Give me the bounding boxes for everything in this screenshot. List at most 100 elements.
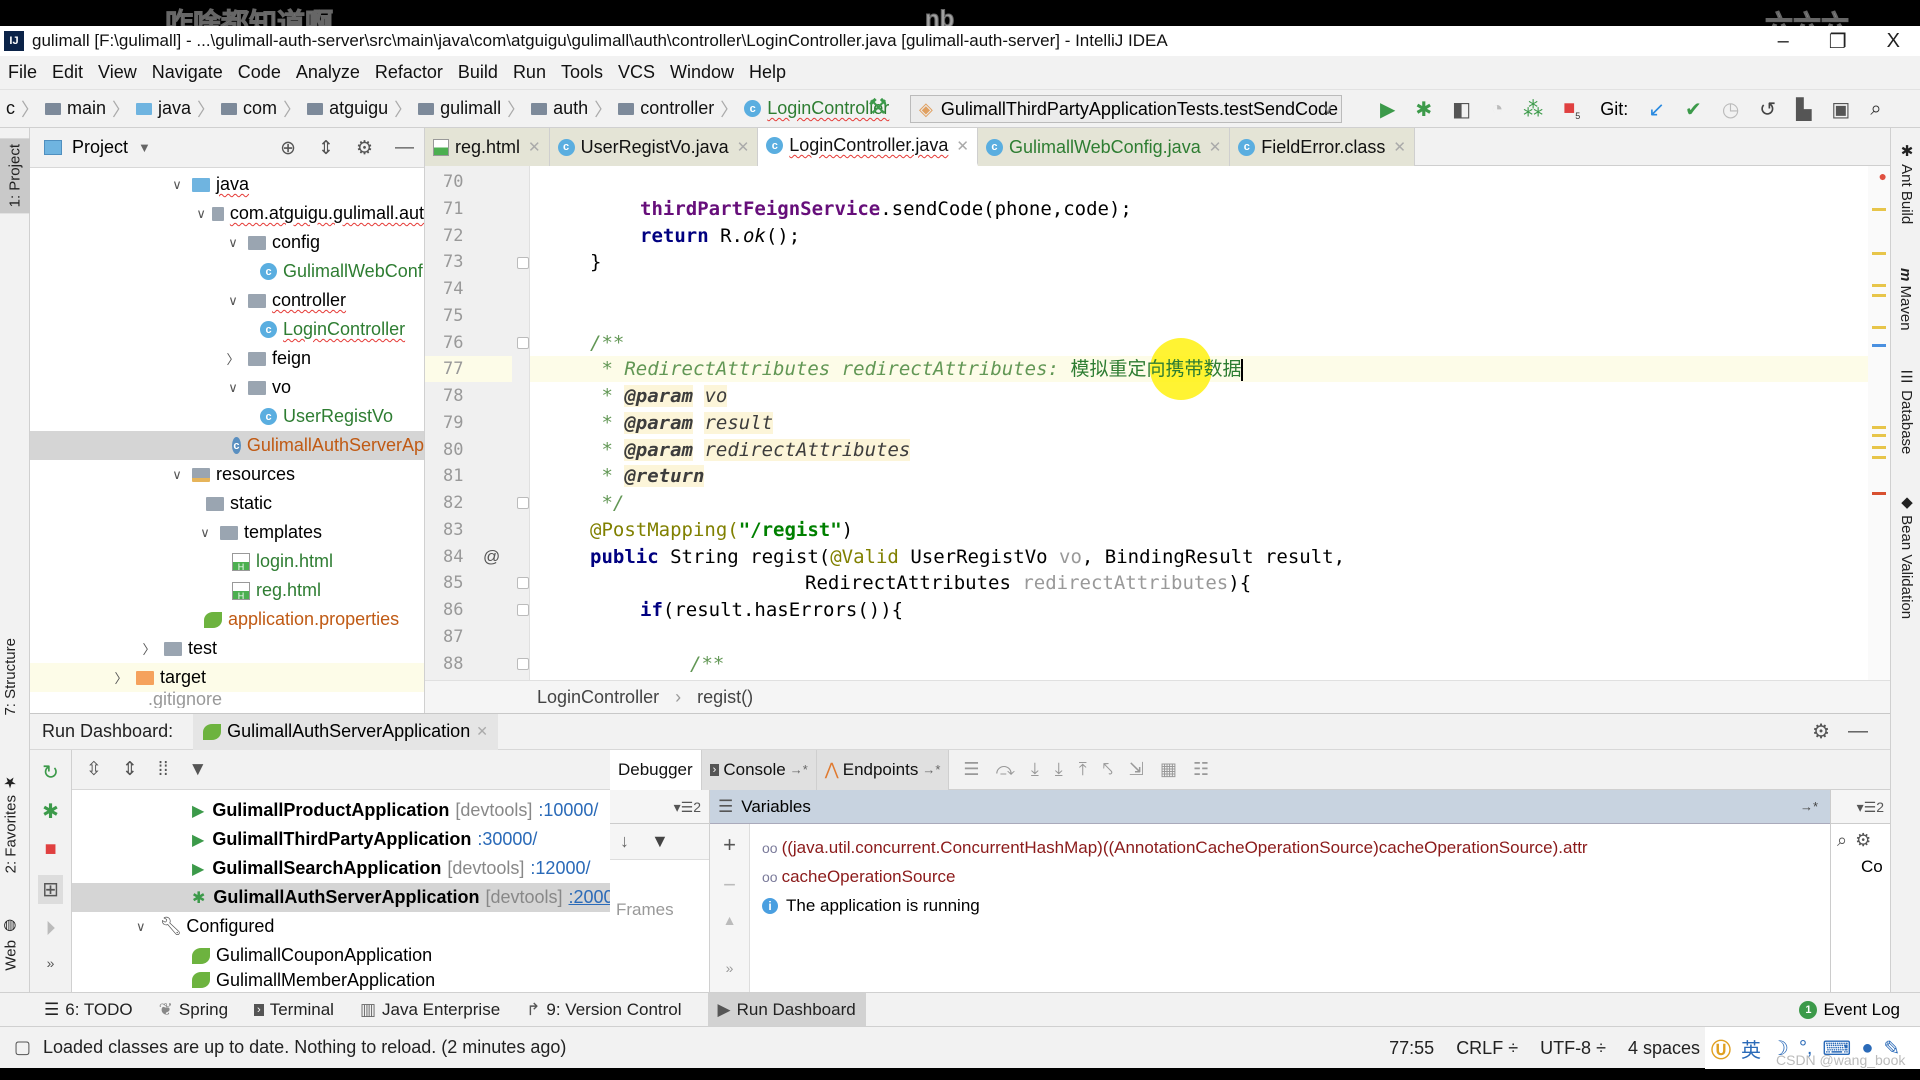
tree-item-gitignore[interactable]: .gitignore: [30, 690, 424, 708]
filter-icon[interactable]: ▼: [188, 759, 207, 781]
gear-icon[interactable]: ⚙: [1855, 830, 1871, 851]
filter-icon[interactable]: ▼: [651, 831, 669, 852]
code-area[interactable]: thirdPartFeignService.sendCode(phone,cod…: [530, 166, 1868, 680]
project-structure-icon[interactable]: ▙: [1796, 97, 1811, 122]
menu-refactor[interactable]: Refactor: [375, 62, 443, 83]
chevron-right-icon[interactable]: 〉: [138, 639, 160, 658]
trace-icon[interactable]: ☷: [1193, 759, 1209, 780]
drop-frame-icon[interactable]: ⤣: [1103, 759, 1113, 780]
nav-crumb-gulimall[interactable]: gulimall: [412, 98, 507, 119]
tree-item-logincontroller[interactable]: c LoginController: [30, 315, 424, 344]
group-icon[interactable]: ⁞⁞: [158, 759, 169, 781]
ime-logo-icon[interactable]: Ⓤ: [1711, 1034, 1731, 1063]
tree-item-gulimallwebconf[interactable]: c GulimallWebConf: [30, 257, 424, 286]
chevron-right-icon[interactable]: 〉: [222, 349, 244, 368]
tool-tab-ant-build[interactable]: ✱ Ant Build: [1897, 142, 1915, 224]
fold-icon[interactable]: [517, 658, 529, 670]
move-up-icon[interactable]: ▲: [723, 912, 737, 928]
menu-file[interactable]: File: [8, 62, 37, 83]
close-tab-icon[interactable]: ✕: [1393, 138, 1406, 156]
minimize-button[interactable]: –: [1778, 30, 1789, 53]
tool-window-terminal[interactable]: › Terminal: [254, 993, 334, 1027]
evaluate-expression-icon[interactable]: ▦: [1160, 759, 1177, 780]
menu-help[interactable]: Help: [749, 62, 786, 83]
build-hammer-icon[interactable]: ⚒: [868, 94, 888, 120]
line-separator[interactable]: CRLF ÷: [1456, 1038, 1518, 1059]
tree-item-static[interactable]: static: [30, 489, 424, 518]
close-button[interactable]: X: [1887, 30, 1900, 53]
menu-edit[interactable]: Edit: [52, 62, 83, 83]
tab-reg-html[interactable]: reg.html ✕: [425, 128, 550, 166]
indent-setting[interactable]: 4 spaces: [1628, 1038, 1700, 1059]
file-encoding[interactable]: UTF-8 ÷: [1540, 1038, 1606, 1059]
more-icon[interactable]: »: [47, 955, 55, 971]
tree-item-config[interactable]: ∨ config: [30, 228, 424, 257]
collapse-all-icon[interactable]: ⇕: [318, 137, 334, 160]
fold-icon[interactable]: [517, 604, 529, 616]
configured-group[interactable]: ∨ 🔧︎ Configured: [136, 912, 274, 941]
warning-mark[interactable]: [1872, 326, 1886, 329]
tree-item-reg-html[interactable]: Hreg.html: [30, 576, 424, 605]
watch-row[interactable]: oo cacheOperationSource: [762, 863, 955, 891]
stop-icon[interactable]: ■5: [1563, 97, 1580, 121]
tree-item-feign[interactable]: 〉 feign: [30, 344, 424, 373]
tab-endpoints[interactable]: ⋀ Endpoints →*: [816, 749, 950, 790]
chevron-down-icon[interactable]: ∨: [166, 177, 188, 193]
tab-fielderror[interactable]: c FieldError.class ✕: [1230, 128, 1415, 166]
hide-icon[interactable]: —: [395, 137, 414, 159]
tree-item-templates[interactable]: ∨ templates: [30, 518, 424, 547]
tree-item-userregistvo[interactable]: c UserRegistVo: [30, 402, 424, 431]
tool-tab-bean-validation[interactable]: ◆ Bean Validation: [1897, 493, 1915, 619]
close-tab-icon[interactable]: ✕: [1209, 138, 1222, 156]
search-icon[interactable]: ⌕: [1837, 830, 1847, 851]
tool-tab-web[interactable]: Web ◍: [2, 918, 20, 971]
project-view-select[interactable]: Project: [72, 137, 128, 158]
configured-app-row[interactable]: GulimallCouponApplication: [192, 941, 432, 970]
nav-crumb-controller[interactable]: controller: [612, 98, 720, 119]
tool-tab-project[interactable]: 1: Project: [0, 138, 30, 214]
port-link[interactable]: :12000/: [530, 858, 590, 879]
coverage-icon[interactable]: ◧: [1452, 97, 1471, 122]
menu-code[interactable]: Code: [238, 62, 281, 83]
fold-icon[interactable]: [517, 577, 529, 589]
nav-crumb-atguigu[interactable]: atguigu: [301, 98, 394, 119]
nav-crumb-java[interactable]: java: [130, 98, 197, 119]
git-history-icon[interactable]: ◷: [1722, 97, 1739, 122]
implements-marker-icon[interactable]: @: [483, 544, 500, 570]
tree-item-package[interactable]: ∨ com.atguigu.gulimall.aut: [30, 199, 424, 228]
restore-button[interactable]: ❐: [1829, 29, 1847, 54]
tool-tab-structure[interactable]: 7: Structure: [2, 638, 19, 716]
remove-watch-icon[interactable]: −: [723, 872, 736, 898]
more-icon[interactable]: »: [726, 960, 734, 976]
chevron-down-icon[interactable]: ▼: [138, 140, 151, 155]
tab-logincontroller[interactable]: c LoginController.java ✕: [758, 128, 978, 166]
close-tab-icon[interactable]: ✕: [737, 138, 750, 156]
force-step-into-icon[interactable]: ⤓: [1055, 759, 1063, 780]
tab-userregistvo[interactable]: c UserRegistVo.java ✕: [549, 128, 759, 166]
fold-icon[interactable]: [517, 257, 529, 269]
rerun-icon[interactable]: ↻: [42, 760, 59, 785]
menu-analyze[interactable]: Analyze: [296, 62, 360, 83]
nav-crumb-auth[interactable]: auth: [525, 98, 594, 119]
tool-window-version-control[interactable]: ↱ 9: Version Control: [526, 993, 681, 1027]
chevron-down-icon[interactable]: ∨: [222, 380, 244, 396]
chevron-down-icon[interactable]: ∨: [222, 293, 244, 309]
gear-icon[interactable]: ⚙: [1812, 719, 1830, 744]
close-tab-icon[interactable]: ✕: [476, 723, 488, 740]
nav-crumb-main[interactable]: main: [39, 98, 112, 119]
warning-mark[interactable]: [1872, 456, 1886, 459]
warning-mark[interactable]: [1872, 294, 1886, 297]
chevron-down-icon[interactable]: ∨: [222, 235, 244, 251]
watch-row[interactable]: oo ((java.util.concurrent.ConcurrentHashM…: [762, 834, 1588, 862]
tool-window-java-enterprise[interactable]: ▥ Java Enterprise: [360, 993, 500, 1027]
breadcrumb-method[interactable]: regist(): [697, 687, 753, 708]
resume-icon[interactable]: ⏵: [46, 918, 56, 941]
tool-tab-favorites[interactable]: 2: Favorites ★: [2, 773, 20, 873]
attach-debugger-icon[interactable]: ⁂: [1523, 97, 1543, 122]
locate-icon[interactable]: ⊕: [280, 137, 296, 160]
run-icon[interactable]: ▶: [1380, 97, 1395, 122]
tree-item-login-html[interactable]: Hlogin.html: [30, 547, 424, 576]
tree-item-gulimallauthserverapp[interactable]: c GulimallAuthServerAp: [30, 431, 424, 460]
app-row[interactable]: ▶ GulimallThirdPartyApplication:30000/: [192, 825, 537, 854]
profiler-icon[interactable]: ◔: [1491, 98, 1503, 121]
